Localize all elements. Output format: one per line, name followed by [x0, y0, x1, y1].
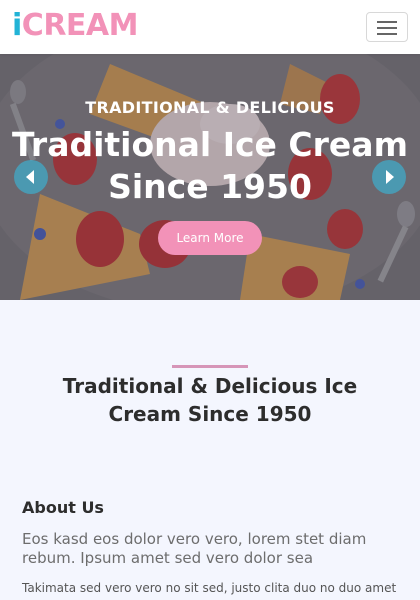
hamburger-menu-icon[interactable] — [366, 12, 408, 42]
chevron-right-icon — [386, 170, 394, 184]
brand-logo[interactable]: iCREAM — [12, 8, 138, 44]
menu-bar — [377, 27, 397, 29]
hero-carousel: TRADITIONAL & DELICIOUS Traditional Ice … — [0, 54, 420, 300]
hero-title: Traditional Ice Cream Since 1950 — [0, 124, 420, 208]
brand-logo-text: CREAM — [21, 8, 139, 43]
section-title-line: Traditional & Delicious Ice — [62, 374, 358, 398]
menu-bar — [377, 33, 397, 35]
about-body-text: Takimata sed vero vero no sit sed, justo… — [22, 581, 397, 595]
section-divider — [172, 365, 248, 368]
section-title-line: Cream Since 1950 — [108, 402, 312, 426]
hero-eyebrow: TRADITIONAL & DELICIOUS — [85, 98, 335, 117]
about-lead-text: Eos kasd eos dolor vero vero, lorem stet… — [22, 530, 367, 567]
about-heading: About Us — [22, 498, 104, 517]
hero-title-line: Since 1950 — [108, 167, 312, 206]
learn-more-button[interactable]: Learn More — [158, 221, 262, 255]
menu-bar — [377, 21, 397, 23]
section-title: Traditional & Delicious Ice Cream Since … — [20, 372, 400, 428]
chevron-left-icon — [26, 170, 34, 184]
hero-title-line: Traditional Ice Cream — [12, 125, 408, 164]
brand-logo-i: i — [12, 8, 22, 43]
carousel-next-button[interactable] — [372, 160, 406, 194]
carousel-prev-button[interactable] — [14, 160, 48, 194]
navbar: iCREAM — [0, 0, 420, 54]
